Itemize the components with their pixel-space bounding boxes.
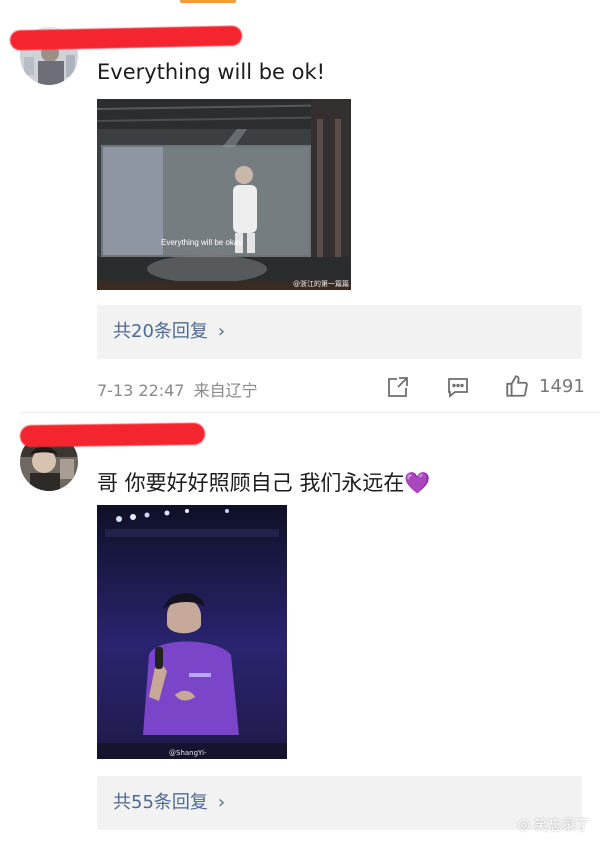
comment-button[interactable] [446,375,470,399]
redacted-username [19,422,206,448]
chevron-right-icon: › [217,321,226,342]
photo-caption: Everything will be okay [161,238,242,247]
photo-watermark: @浙江的第一篇篇 [293,279,349,288]
share-icon [388,377,408,397]
chevron-right-icon: › [217,792,226,813]
share-button[interactable] [386,375,410,399]
comment-icon [448,378,468,398]
comment-text: 哥 你要好好照顾自己 我们永远在💜 [97,471,431,495]
comment-meta: 7-13 22:47 来自辽宁 [97,377,258,401]
watermark-text: 笑忘录了 [534,818,590,834]
watermark-logo-icon: ◎ [517,817,530,833]
like-button[interactable]: 1491 [504,373,585,399]
thumbs-up-icon [506,375,528,397]
page-watermark: ◎ 笑忘录了 [518,815,590,835]
comment-item: 哥 你要好好照顾自己 我们永远在💜 @ShangYi- 共55条回复 › [0,412,600,845]
redacted-username [9,25,243,51]
comment-photo[interactable]: @ShangYi- [97,505,287,759]
view-replies-button[interactable]: 共55条回复 › [97,776,582,830]
comment-photo[interactable]: Everything will be okay @浙江的第一篇篇 [97,99,351,290]
timestamp: 7-13 22:47 [97,381,185,400]
location-source: 来自辽宁 [193,381,258,400]
photo-watermark: @ShangYi- [169,749,207,757]
replies-count-label: 共55条回复 [113,792,208,813]
replies-count-label: 共20条回复 [113,321,208,342]
view-replies-button[interactable]: 共20条回复 › [97,305,582,359]
like-count: 1491 [539,375,585,397]
comment-item: Everything will be ok! Everything will b… [0,0,600,412]
comment-text: Everything will be ok! [97,60,326,84]
